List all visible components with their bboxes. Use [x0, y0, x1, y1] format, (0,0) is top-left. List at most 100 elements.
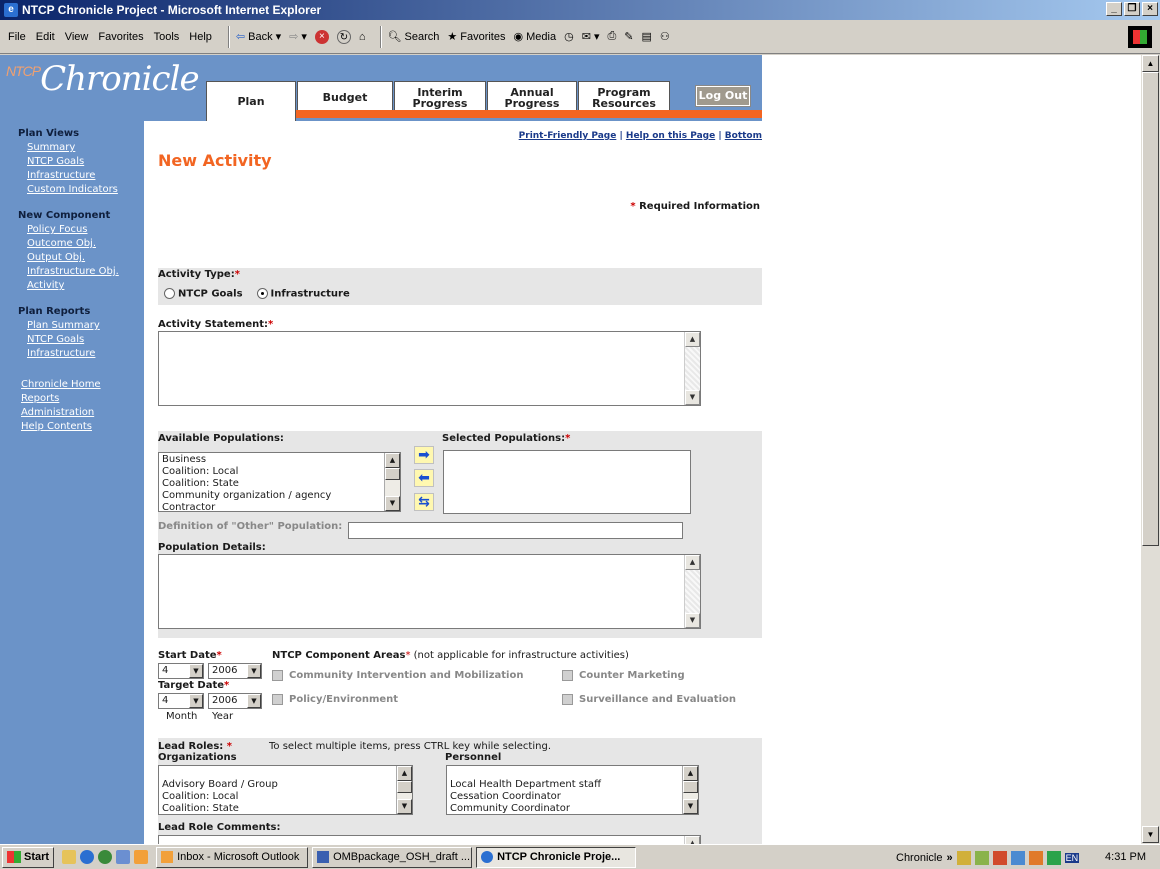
sidebar-link-administration[interactable]: Administration [21, 406, 144, 420]
sidebar-link-chronicle-home[interactable]: Chronicle Home [21, 378, 144, 392]
close-button[interactable]: × [1142, 2, 1158, 16]
sync-icon[interactable] [1028, 850, 1043, 865]
pen-icon[interactable] [974, 850, 989, 865]
refresh-button[interactable]: ↻ [336, 29, 351, 44]
menu-tools[interactable]: Tools [154, 31, 180, 43]
sidebar-link-plan-summary[interactable]: Plan Summary [27, 319, 144, 333]
textarea-scrollbar[interactable]: ▲▼ [684, 836, 700, 844]
sidebar-link-outcome-obj[interactable]: Outcome Obj. [27, 237, 144, 251]
list-item[interactable] [450, 767, 695, 779]
search-icon[interactable] [116, 850, 131, 864]
other-population-input[interactable] [348, 522, 683, 539]
task-ntcp-chronicle[interactable]: NTCP Chronicle Proje... [476, 846, 637, 868]
media-button[interactable]: ◉ Media [514, 30, 557, 44]
textarea-scrollbar[interactable]: ▲▼ [684, 332, 700, 405]
target-year-select[interactable]: 2006 ▼ [208, 693, 262, 709]
radio-circle-selected[interactable] [256, 288, 268, 299]
remove-population-button[interactable]: ⬅ [414, 469, 434, 487]
personnel-list[interactable]: Local Health Department staff Cessation … [446, 765, 699, 815]
start-year-select[interactable]: 2006 ▼ [208, 663, 262, 679]
task-word-doc[interactable]: OMBpackage_OSH_draft ... [312, 846, 473, 868]
chronicle-toolbar[interactable]: Chronicle » EN [896, 847, 1080, 868]
forward-button[interactable]: ⇨ ▾ [289, 30, 307, 43]
chevron-down-icon[interactable]: ▼ [189, 664, 203, 678]
mail-button[interactable]: ✉ ▾ [582, 30, 600, 43]
activity-statement-textarea[interactable]: ▲ ▼ [158, 331, 701, 406]
scroll-thumb[interactable] [1142, 72, 1159, 546]
population-details-textarea[interactable]: ▲ ▼ [158, 554, 701, 629]
sidebar-link-report-infrastructure[interactable]: Infrastructure [27, 347, 144, 361]
tab-program-resources[interactable]: Program Resources [578, 81, 670, 113]
list-scrollbar[interactable]: ▲ ▼ [682, 766, 698, 814]
list-item[interactable]: Community organization / agency [162, 490, 397, 502]
chevron-down-icon[interactable]: ▼ [247, 664, 261, 678]
status-icon[interactable] [1046, 850, 1061, 865]
list-item[interactable]: Contractor [162, 502, 397, 511]
list-item[interactable] [162, 767, 409, 779]
chevron-down-icon[interactable]: ▼ [189, 694, 203, 708]
list-item[interactable]: Business [162, 454, 397, 466]
logout-button[interactable]: Log Out [695, 85, 751, 107]
list-item[interactable]: Local Health Department staff [450, 779, 695, 791]
scroll-up-button[interactable]: ▲ [1142, 55, 1159, 72]
checkbox-community-intervention[interactable]: Community Intervention and Mobilization [272, 670, 523, 681]
checkbox-counter-marketing[interactable]: Counter Marketing [562, 670, 685, 681]
tab-budget[interactable]: Budget [297, 81, 393, 113]
textarea-scrollbar[interactable]: ▲▼ [684, 555, 700, 628]
menu-file[interactable]: File [8, 31, 26, 43]
print-button[interactable]: ⎙ [607, 30, 616, 43]
list-item[interactable]: Coalition: State [162, 803, 409, 814]
tab-interim-progress[interactable]: Interim Progress [394, 81, 486, 113]
menu-view[interactable]: View [65, 31, 89, 43]
volume-icon[interactable] [956, 850, 971, 865]
list-item[interactable]: Community Coordinator [450, 803, 695, 814]
search-button[interactable]: 🔍︎ Search [388, 30, 440, 44]
media-player-icon[interactable] [98, 850, 113, 864]
outlook-icon[interactable] [134, 850, 149, 864]
radio-circle[interactable] [164, 288, 175, 299]
radio-ntcp-goals[interactable]: NTCP Goals [164, 288, 243, 300]
antivirus-icon[interactable] [992, 850, 1007, 865]
favorites-button[interactable]: ★ Favorites [447, 30, 505, 44]
discuss-button[interactable]: ▤ [642, 30, 652, 43]
print-friendly-link[interactable]: Print-Friendly Page [519, 131, 617, 141]
sidebar-link-infrastructure-obj[interactable]: Infrastructure Obj. [27, 265, 144, 279]
language-indicator[interactable]: EN [1064, 852, 1080, 863]
restore-button[interactable]: ❐ [1124, 2, 1140, 16]
swap-populations-button[interactable]: ⇆ [414, 493, 434, 511]
chronicle-logo[interactable]: NTCPChronicle [6, 59, 200, 99]
sidebar-link-output-obj[interactable]: Output Obj. [27, 251, 144, 265]
list-item[interactable]: Coalition: Local [162, 791, 409, 803]
start-month-select[interactable]: 4 ▼ [158, 663, 204, 679]
menu-favorites[interactable]: Favorites [98, 31, 143, 43]
scroll-down-button[interactable]: ▼ [1142, 826, 1159, 843]
add-population-button[interactable]: ➡ [414, 446, 434, 464]
task-outlook[interactable]: Inbox - Microsoft Outlook [156, 846, 309, 868]
sidebar-link-policy-focus[interactable]: Policy Focus [27, 223, 144, 237]
checkbox-surveillance-evaluation[interactable]: Surveillance and Evaluation [562, 694, 736, 705]
checkbox-policy-environment[interactable]: Policy/Environment [272, 694, 398, 705]
list-scrollbar[interactable]: ▲ ▼ [396, 766, 412, 814]
bottom-link[interactable]: Bottom [725, 131, 762, 141]
back-button[interactable]: ⇦ Back ▾ [236, 30, 281, 44]
sidebar-link-custom-indicators[interactable]: Custom Indicators [27, 183, 144, 197]
available-populations-list[interactable]: Business Coalition: Local Coalition: Sta… [158, 452, 401, 512]
sidebar-link-activity[interactable]: Activity [27, 279, 144, 293]
menu-help[interactable]: Help [189, 31, 212, 43]
sidebar-link-summary[interactable]: Summary [27, 141, 144, 155]
edit-button[interactable]: ✎ [624, 30, 633, 43]
tab-annual-progress[interactable]: Annual Progress [487, 81, 577, 113]
chevron-down-icon[interactable]: ▼ [247, 694, 261, 708]
help-on-page-link[interactable]: Help on this Page [626, 131, 715, 141]
tab-plan[interactable]: Plan [206, 81, 296, 121]
radio-infrastructure[interactable]: Infrastructure [256, 288, 350, 300]
ie-icon[interactable] [80, 850, 95, 864]
list-item[interactable]: Coalition: State [162, 478, 397, 490]
list-scrollbar[interactable]: ▲ ▼ [384, 453, 400, 511]
list-item[interactable]: Coalition: Local [162, 466, 397, 478]
list-item[interactable]: Cessation Coordinator [450, 791, 695, 803]
network-icon[interactable] [1010, 850, 1025, 865]
stop-button[interactable]: × [314, 29, 329, 44]
selected-populations-list[interactable] [443, 450, 691, 514]
sidebar-link-help-contents[interactable]: Help Contents [21, 420, 144, 434]
